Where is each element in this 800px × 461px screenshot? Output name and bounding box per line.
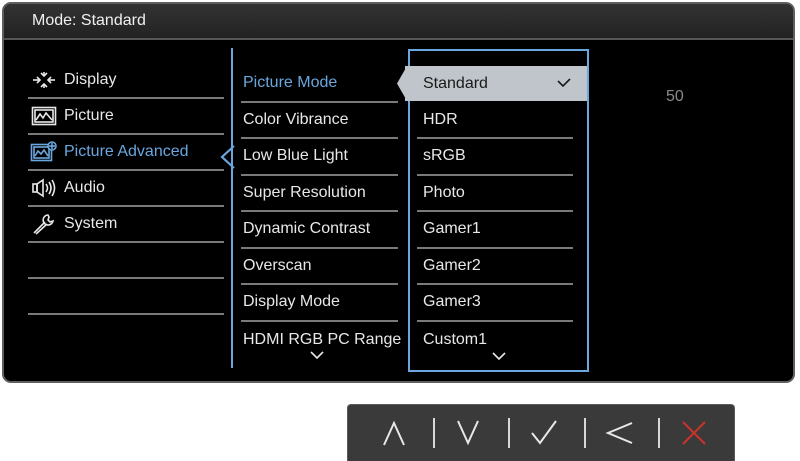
option-gamer1[interactable]: Gamer1 (417, 212, 573, 249)
option-gamer2[interactable]: Gamer2 (417, 249, 573, 285)
key-separator (508, 418, 510, 448)
audio-icon (30, 177, 58, 199)
sub-menu-label: Color Vibrance (243, 110, 349, 128)
option-label: Photo (423, 183, 465, 201)
sub-menu-label: Dynamic Contrast (243, 220, 371, 238)
main-menu-label-picture: Picture (64, 107, 114, 124)
chevron-down-icon[interactable] (310, 350, 324, 360)
option-label: Custom1 (423, 330, 488, 348)
main-menu-label-display: Display (64, 71, 117, 88)
option-label: Gamer3 (423, 293, 481, 311)
angle-left-icon[interactable] (604, 417, 636, 449)
wrench-icon (30, 213, 58, 235)
sub-menu-label: Super Resolution (243, 183, 366, 201)
osd-header: Mode: Standard (4, 4, 793, 40)
option-label: Gamer2 (423, 256, 481, 274)
sub-menu-item-picture-mode[interactable]: Picture Mode (241, 66, 398, 103)
sub-menu-item-dynamic-contrast[interactable]: Dynamic Contrast (241, 212, 398, 249)
main-menu-item-display[interactable]: Display (28, 63, 224, 99)
main-menu-item-audio[interactable]: Audio (28, 171, 224, 207)
picture-icon (30, 105, 58, 127)
option-label: Standard (423, 75, 488, 93)
main-menu-item-picture-advanced[interactable]: Picture Advanced (28, 135, 224, 171)
mode-title: Mode: Standard (32, 12, 146, 29)
sub-menu-label: Low Blue Light (243, 147, 348, 165)
check-icon[interactable] (528, 417, 560, 449)
caret-up-icon[interactable] (378, 417, 410, 449)
sub-menu-item-color-vibrance[interactable]: Color Vibrance (241, 103, 398, 139)
column-divider (231, 48, 233, 368)
close-icon[interactable] (678, 417, 710, 449)
option-label: HDR (423, 110, 458, 128)
options-list: Standard HDR sRGB Photo Gamer1 Gamer2 Ga… (417, 66, 573, 358)
key-separator (658, 418, 660, 448)
display-icon (30, 69, 58, 91)
main-menu-label-audio: Audio (64, 179, 105, 196)
option-photo[interactable]: Photo (417, 176, 573, 212)
active-pointer-icon (220, 145, 235, 169)
main-menu-label-picture-advanced: Picture Advanced (64, 143, 189, 160)
key-separator (433, 418, 435, 448)
option-srgb[interactable]: sRGB (417, 139, 573, 176)
sub-menu-label: Overscan (243, 256, 312, 274)
main-menu-item-system[interactable]: System (28, 207, 224, 243)
main-menu-empty-row (28, 243, 224, 279)
check-icon (557, 78, 571, 88)
option-standard[interactable]: Standard (417, 66, 573, 103)
sub-menu-label: HDMI RGB PC Range (243, 330, 402, 348)
picture-advanced-icon (30, 141, 58, 163)
selection-pointer-icon (397, 66, 407, 101)
option-gamer3[interactable]: Gamer3 (417, 285, 573, 322)
sub-menu-label: Display Mode (243, 293, 340, 311)
sub-menu-item-display-mode[interactable]: Display Mode (241, 285, 398, 322)
sub-menu-item-super-resolution[interactable]: Super Resolution (241, 176, 398, 212)
hotkey-bar (347, 404, 735, 461)
main-menu-empty-row (28, 279, 224, 315)
main-menu: Display Picture Picture Advanced Audio S… (28, 63, 224, 315)
sub-menu: Picture Mode Color Vibrance Low Blue Lig… (241, 66, 402, 358)
main-menu-item-picture[interactable]: Picture (28, 99, 224, 135)
main-menu-label-system: System (64, 215, 118, 232)
option-label: Gamer1 (423, 220, 481, 238)
sub-menu-item-overscan[interactable]: Overscan (241, 249, 398, 285)
option-label: sRGB (423, 147, 466, 165)
value-readout: 50 (666, 88, 684, 105)
key-separator (584, 418, 586, 448)
sub-menu-item-low-blue-light[interactable]: Low Blue Light (241, 139, 398, 176)
option-hdr[interactable]: HDR (417, 103, 573, 139)
sub-menu-label: Picture Mode (243, 74, 338, 92)
caret-down-icon[interactable] (452, 417, 484, 449)
chevron-down-icon[interactable] (492, 351, 506, 361)
